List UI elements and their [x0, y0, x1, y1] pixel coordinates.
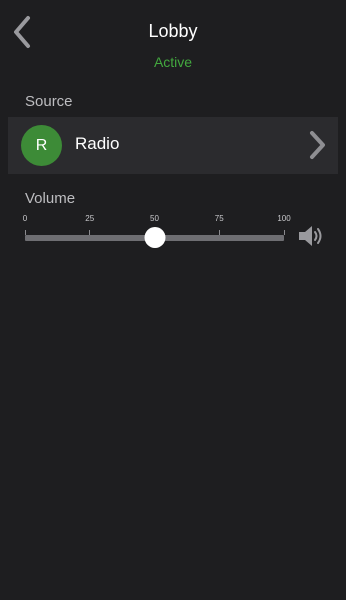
source-name: Radio [75, 134, 120, 153]
volume-thumb[interactable] [144, 227, 165, 248]
chevron-right-icon [310, 131, 325, 159]
source-avatar: R [21, 125, 62, 166]
source-row[interactable]: R Radio [8, 117, 338, 174]
source-section-label: Source [25, 93, 73, 110]
header: Lobby Active [0, 0, 346, 80]
speaker-icon[interactable] [298, 225, 326, 247]
volume-slider[interactable]: 0 25 50 75 100 [0, 214, 346, 259]
tick-label: 100 [277, 214, 291, 223]
tick-label: 50 [150, 214, 159, 223]
page-title: Lobby [148, 21, 198, 41]
volume-section-label: Volume [25, 190, 76, 207]
tick-label: 75 [214, 214, 224, 223]
tick-label: 25 [85, 214, 95, 223]
status-label: Active [153, 54, 193, 70]
tick-label: 0 [22, 214, 28, 223]
